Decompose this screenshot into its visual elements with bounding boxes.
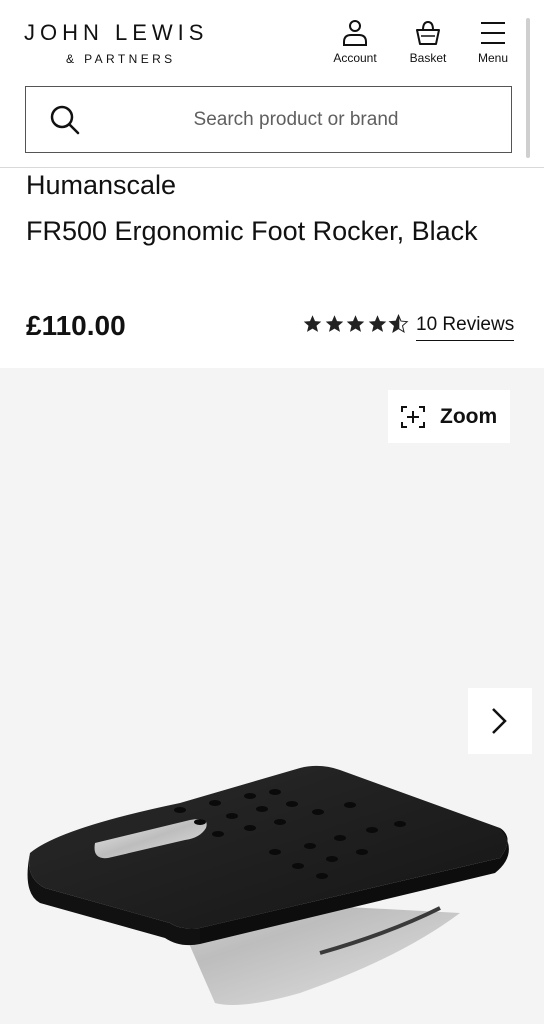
star-icon [303, 315, 322, 332]
basket-icon [416, 20, 440, 45]
reviews-link[interactable]: 10 Reviews [416, 314, 515, 341]
product-title: FR500 Ergonomic Foot Rocker, Black [26, 216, 478, 246]
zoom-icon [401, 405, 425, 428]
star-icon [346, 315, 365, 332]
basket-button[interactable]: Basket [398, 20, 458, 70]
search-input[interactable] [96, 87, 496, 152]
next-image-button[interactable] [468, 688, 532, 754]
half-star-icon [388, 314, 409, 333]
search-icon[interactable] [50, 105, 80, 135]
product-brand[interactable]: Humanscale [26, 170, 176, 201]
star-icon [325, 315, 343, 332]
zoom-label: Zoom [440, 404, 498, 428]
logo-subtext: & PARTNERS [66, 52, 176, 66]
menu-icon [481, 22, 505, 44]
star-icon [368, 315, 386, 332]
page-scrollbar[interactable] [526, 18, 530, 158]
menu-button[interactable]: Menu [463, 20, 523, 70]
chevron-right-icon [492, 708, 507, 734]
site-header: JOHN LEWIS & PARTNERS Account Basket Men… [0, 0, 544, 168]
menu-label: Menu [477, 51, 509, 65]
basket-label: Basket [409, 51, 447, 65]
product-image-gallery[interactable]: Zoom [0, 368, 544, 1024]
zoom-button[interactable]: Zoom [388, 390, 510, 443]
john-lewis-logo[interactable]: JOHN LEWIS & PARTNERS [24, 20, 208, 66]
account-label: Account [333, 51, 377, 65]
logo-text: JOHN LEWIS [24, 20, 209, 45]
foot-rocker-image [27, 765, 509, 1006]
account-button[interactable]: Account [325, 20, 385, 70]
product-price: £110.00 [26, 310, 126, 341]
star-rating[interactable] [302, 314, 410, 334]
account-icon [343, 20, 367, 46]
stars [302, 314, 410, 334]
search-bar[interactable] [25, 86, 512, 153]
